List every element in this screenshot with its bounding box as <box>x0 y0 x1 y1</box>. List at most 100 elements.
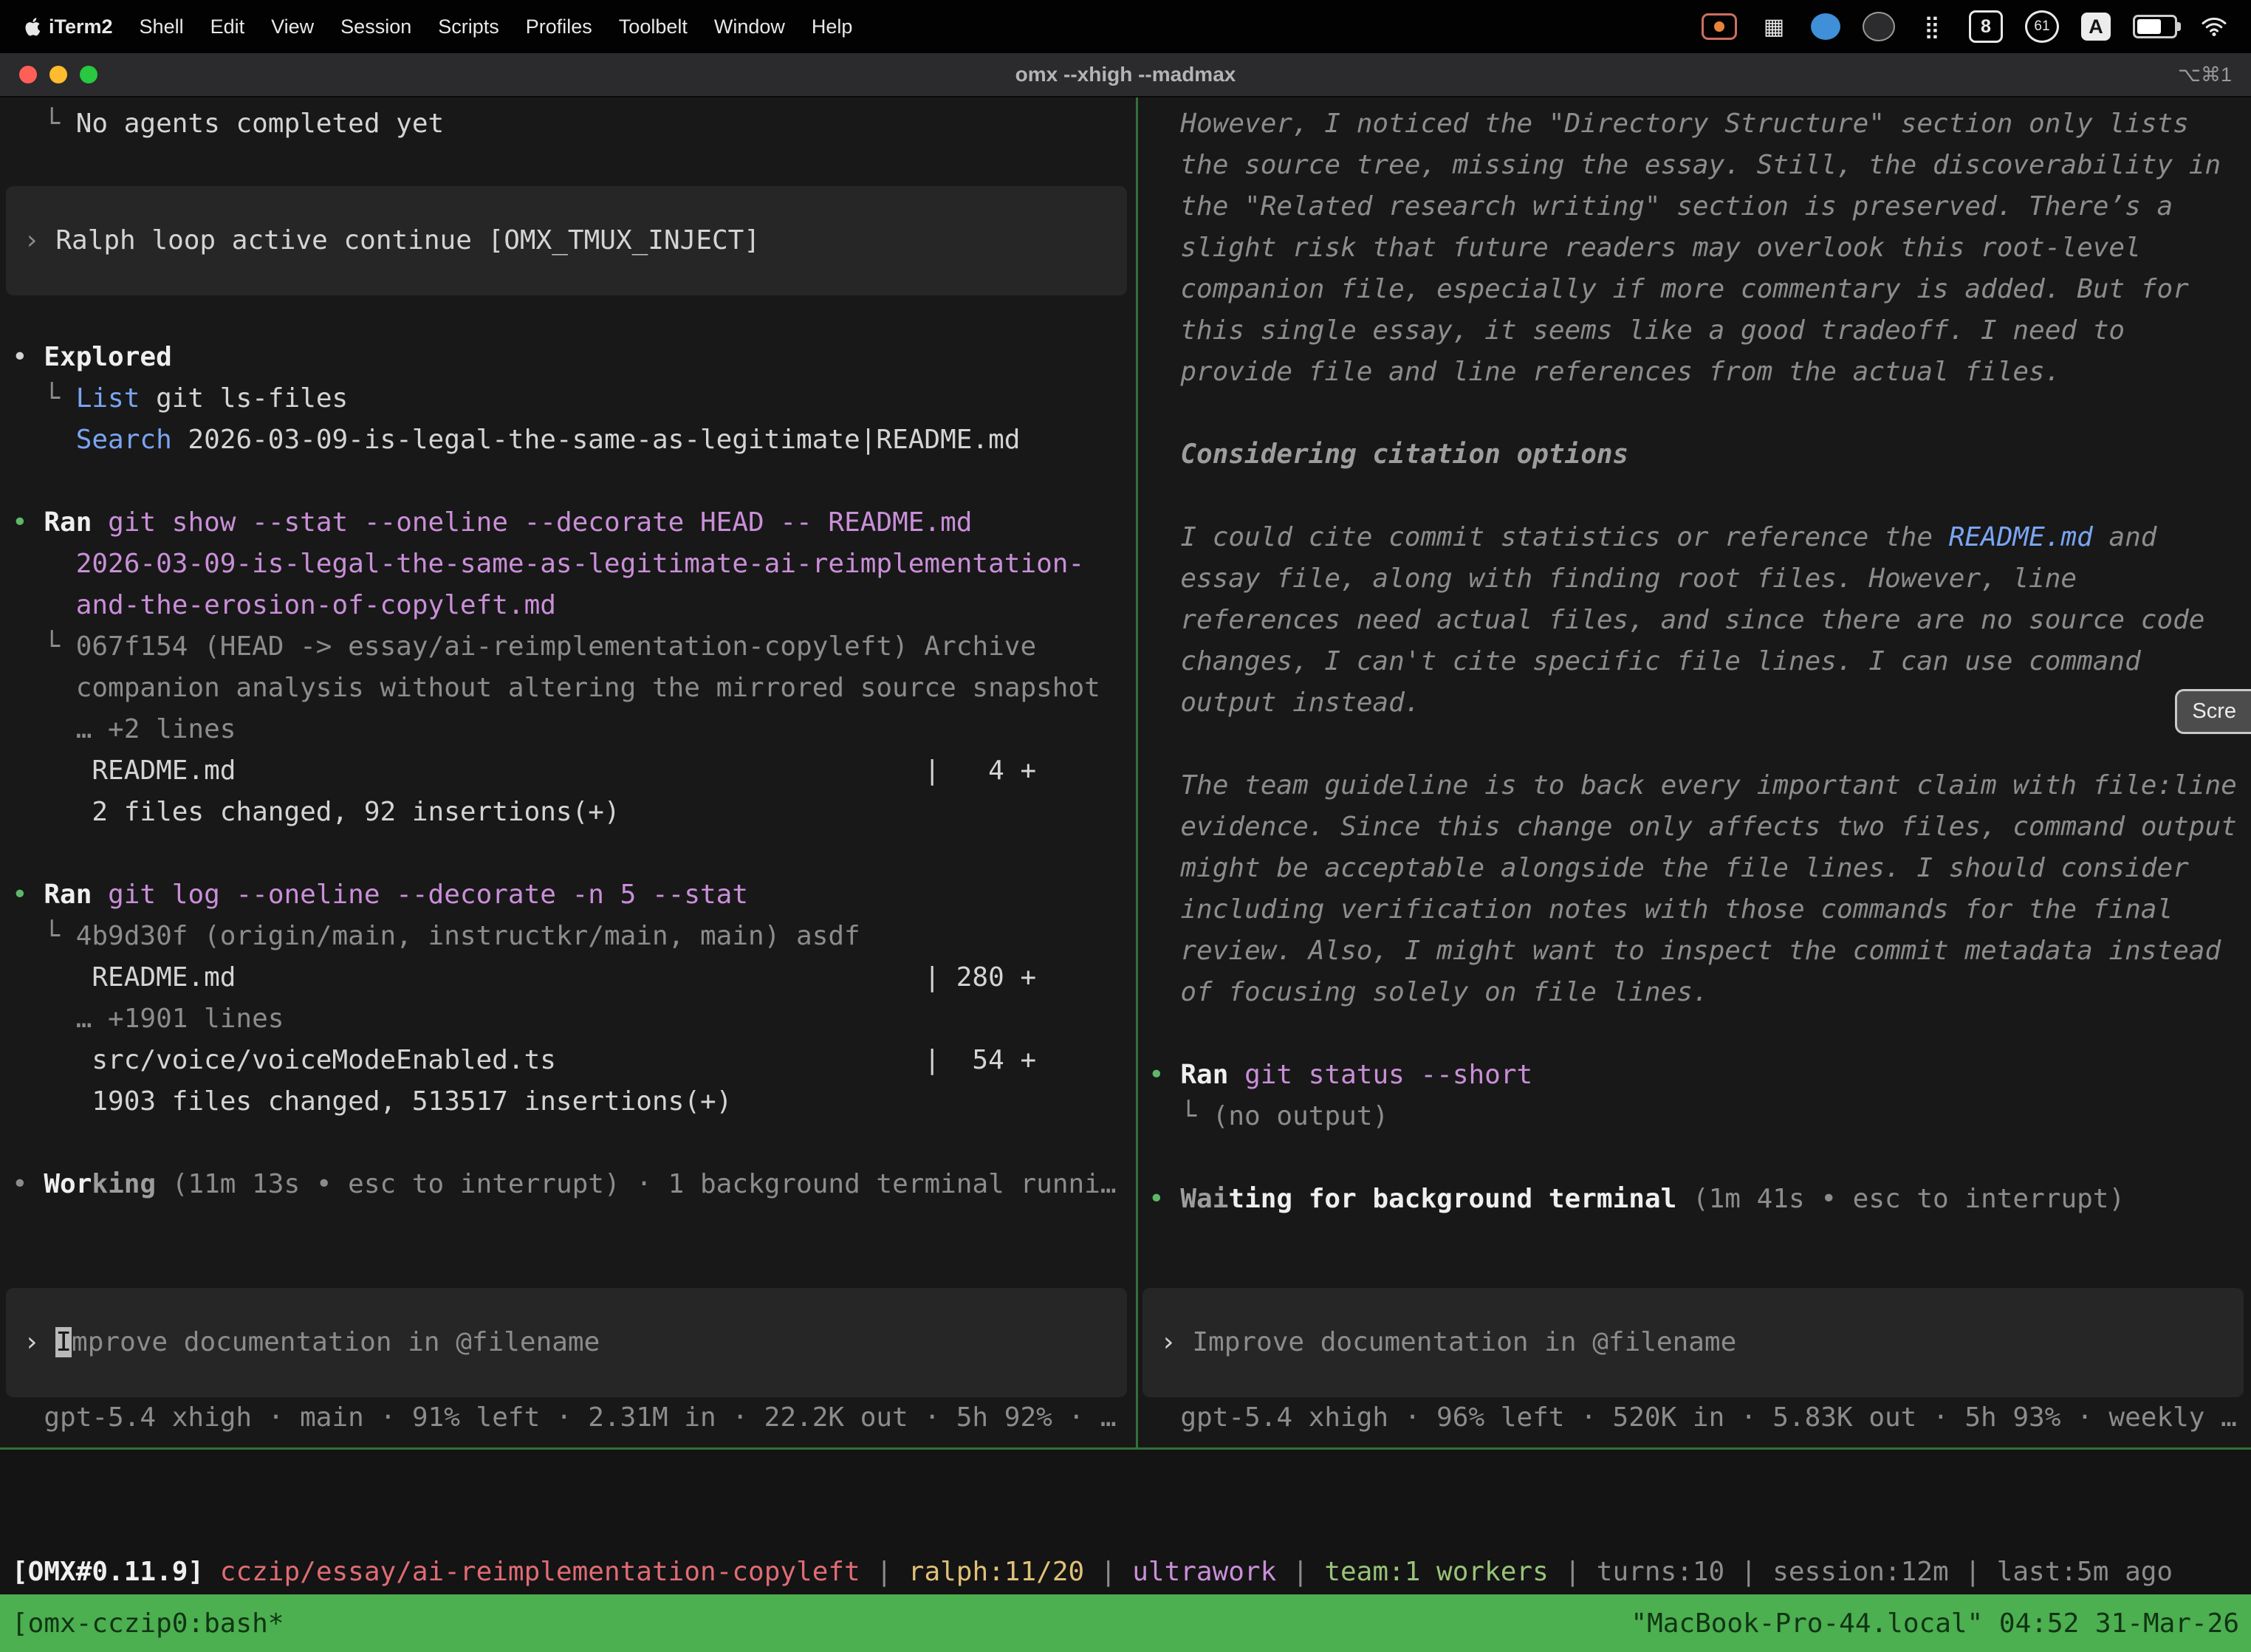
minimize-button[interactable] <box>49 66 67 83</box>
text-run: references need actual files, and since … <box>1148 605 2204 635</box>
notification-popover[interactable]: Scre <box>2175 689 2251 734</box>
text-run: README.md | 4 + <box>12 755 1036 786</box>
terminal-line: • Ran git show --stat --oneline --decora… <box>12 502 1134 544</box>
wifi-icon[interactable] <box>2199 12 2229 41</box>
text-run: essay file, along with finding root file… <box>1148 563 2077 594</box>
text-run: | <box>1549 1557 1597 1587</box>
text-run: • <box>1148 1060 1180 1090</box>
text-run: last:5m ago <box>1997 1557 2173 1587</box>
menu-item-help[interactable]: Help <box>812 16 853 38</box>
text-run: the source tree, missing the essay. Stil… <box>1148 150 2221 180</box>
terminal-line: └ List git ls-files <box>12 378 1134 419</box>
terminal-line: references need actual files, and since … <box>1148 600 2251 641</box>
text-run: • <box>12 507 44 538</box>
text-run: Improve documentation in @filename <box>1192 1327 1736 1357</box>
text-run: └ <box>1148 1101 1213 1131</box>
window-shortcut-badge: ⌥⌘1 <box>2178 64 2232 86</box>
terminal-line: The team guideline is to back every impo… <box>1148 765 2251 806</box>
prompt-input[interactable]: › Improve documentation in @filename <box>6 1288 1127 1397</box>
terminal-line: changes, I can't cite specific file line… <box>1148 641 2251 682</box>
text-run: src/voice/voiceModeEnabled.ts | 54 + <box>12 1045 1036 1075</box>
text-run: Explored <box>44 342 171 372</box>
menu-bar: iTerm2 Shell Edit View Session Scripts Profile… <box>0 0 2251 53</box>
terminal-line: src/voice/voiceModeEnabled.ts | 54 + <box>12 1040 1134 1081</box>
close-button[interactable] <box>19 66 37 83</box>
working-status: • Working (11m 13s • esc to interrupt) ·… <box>12 1164 1134 1205</box>
window-title: omx --xhigh --madmax <box>1015 63 1236 86</box>
terminal-line: companion file, especially if more comme… <box>1148 269 2251 310</box>
window-controls <box>19 53 97 96</box>
battery-icon[interactable] <box>2133 15 2177 38</box>
badge-icon[interactable]: 61 <box>2025 10 2059 43</box>
terminal-line: and-the-erosion-of-copyleft.md <box>12 585 1134 626</box>
window-title-bar[interactable]: omx --xhigh --madmax ⌥⌘1 <box>0 53 2251 97</box>
text-run: › <box>24 225 55 256</box>
menu-item-window[interactable]: Window <box>714 16 785 38</box>
text-run <box>12 425 76 455</box>
terminal-line: provide file and line references from th… <box>1148 352 2251 393</box>
menu-item-toolbelt[interactable]: Toolbelt <box>619 16 688 38</box>
menu-items: iTerm2 Shell Edit View Session Scripts Profile… <box>49 16 852 38</box>
zoom-button[interactable] <box>80 66 97 83</box>
dark-app-icon[interactable] <box>1863 12 1895 41</box>
text-run: • <box>1148 1184 1180 1214</box>
prompt-input[interactable]: › Improve documentation in @filename <box>1142 1288 2244 1397</box>
text-run: Ran <box>1180 1060 1228 1090</box>
text-run: Wai <box>1180 1184 1228 1214</box>
menu-item-session[interactable]: Session <box>340 16 411 38</box>
text-run: mprove documentation in @filename <box>72 1327 600 1357</box>
text-run: ralph:11/20 <box>908 1557 1084 1587</box>
menu-item-scripts[interactable]: Scripts <box>438 16 499 38</box>
text-run: (no output) <box>1213 1101 1388 1131</box>
terminal-line: output instead. <box>1148 682 2251 724</box>
menu-item-iterm2[interactable]: iTerm2 <box>49 16 113 38</box>
spacer <box>1148 1220 2251 1288</box>
blue-app-icon[interactable] <box>1811 13 1840 40</box>
text-run: companion analysis without altering the … <box>12 673 1100 703</box>
terminal-line: README.md | 280 + <box>12 957 1134 998</box>
terminal-line: However, I noticed the "Directory Struct… <box>1148 103 2251 145</box>
keyhole-icon[interactable]: 8 <box>1969 10 2003 43</box>
spacer <box>12 1205 1134 1288</box>
input-source-icon[interactable]: A <box>2081 13 2111 41</box>
terminal-line: Considering citation options <box>1148 434 2251 476</box>
text-run: might be acceptable alongside the file l… <box>1148 853 2189 883</box>
text-run: 4b9d30f (origin/main, instructkr/main, m… <box>76 921 860 951</box>
text-run: (11m 13s • esc to interrupt) · 1 backgro… <box>156 1169 1116 1199</box>
link-text[interactable]: List <box>76 383 140 414</box>
text-run: cczip/essay/ai-reimplementation-copyleft <box>220 1557 860 1587</box>
terminal-pane-left[interactable]: └ No agents completed yet› Ralph loop ac… <box>0 97 1136 1447</box>
link-text[interactable]: Search <box>76 425 172 455</box>
apple-logo-icon[interactable] <box>22 16 44 38</box>
tmux-session-label[interactable]: [omx-cczip0:bash* <box>12 1608 284 1639</box>
window-grid-icon[interactable]: ▦ <box>1759 12 1789 41</box>
text-run: of focusing solely on file lines. <box>1148 977 1709 1007</box>
menu-item-view[interactable]: View <box>271 16 314 38</box>
battery-fill <box>2137 19 2161 34</box>
inject-banner[interactable]: › Ralph loop active continue [OMX_TMUX_I… <box>6 186 1127 295</box>
text-run: | <box>1724 1557 1772 1587</box>
text-run <box>1228 1060 1244 1090</box>
text-run: | <box>1276 1557 1324 1587</box>
terminal-line: including verification notes with those … <box>1148 889 2251 930</box>
dots-grid-icon[interactable]: ⣿ <box>1917 12 1947 41</box>
menu-bar-status-icons: ▦ ⣿ 8 61 A <box>1702 10 2229 43</box>
text-run: provide file and line references from th… <box>1148 357 2060 387</box>
terminal-line: I could cite commit statistics or refere… <box>1148 517 2251 558</box>
terminal-line: the source tree, missing the essay. Stil… <box>1148 145 2251 186</box>
menu-item-shell[interactable]: Shell <box>140 16 184 38</box>
text-run: git log --oneline --decorate -n 5 --stat <box>108 880 748 910</box>
screen-recording-indicator[interactable] <box>1702 13 1737 40</box>
menu-item-profiles[interactable]: Profiles <box>526 16 592 38</box>
menu-item-edit[interactable]: Edit <box>210 16 245 38</box>
terminal-line: essay file, along with finding root file… <box>1148 558 2251 600</box>
link-text[interactable]: README.md <box>1949 522 2093 552</box>
terminal-pane-right[interactable]: However, I noticed the "Directory Struct… <box>1138 97 2251 1447</box>
text-run: • <box>12 880 44 910</box>
omx-status-row: [OMX#0.11.9] cczip/essay/ai-reimplementa… <box>0 1450 2251 1594</box>
text-run: › <box>1160 1327 1192 1357</box>
terminal-line: review. Also, I might want to inspect th… <box>1148 930 2251 972</box>
screen: { "menu_bar": { "items": [ {"label": "iT… <box>0 0 2251 1648</box>
terminal-line: • Explored <box>12 337 1134 378</box>
text-run: └ <box>12 109 76 139</box>
